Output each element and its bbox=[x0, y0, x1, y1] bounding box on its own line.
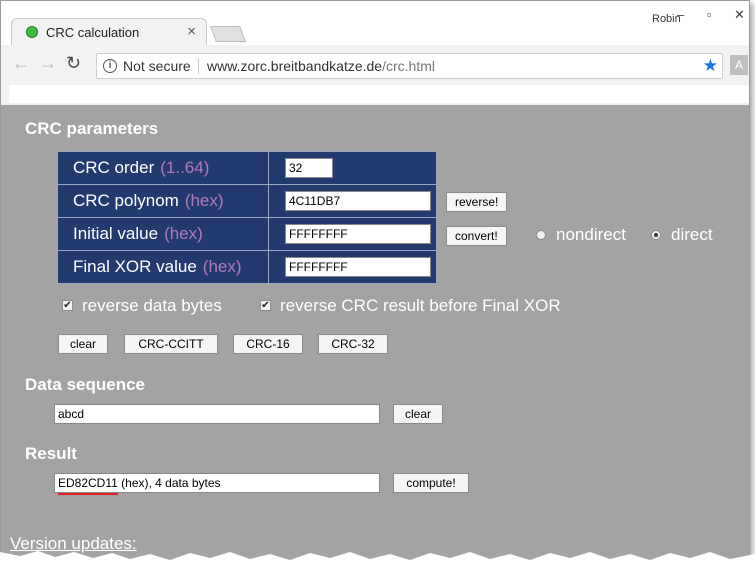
bookmark-bar bbox=[9, 85, 749, 103]
tab-title: CRC calculation bbox=[46, 25, 140, 40]
forward-arrow-icon[interactable]: → bbox=[39, 53, 57, 74]
favicon-icon bbox=[26, 26, 38, 38]
initial-value-row: Initial value (hex) bbox=[57, 217, 437, 251]
url-divider bbox=[198, 58, 199, 74]
torn-edge-decoration bbox=[0, 551, 755, 569]
crc-parameter-table: CRC order (1..64) CRC polynom (hex) Initia… bbox=[57, 151, 437, 284]
initial-value-cell bbox=[268, 217, 437, 251]
minimize-icon[interactable]: – bbox=[677, 7, 684, 22]
initial-value-text: Initial value bbox=[73, 224, 159, 243]
reverse-data-label: reverse data bytes bbox=[82, 296, 222, 315]
result-heading: Result bbox=[25, 444, 77, 463]
crc-32-button[interactable]: CRC-32 bbox=[318, 334, 388, 354]
direct-label: direct bbox=[671, 225, 713, 244]
crc-order-hint: (1..64) bbox=[160, 158, 210, 177]
final-xor-label: Final XOR value (hex) bbox=[57, 250, 269, 284]
nondirect-radio[interactable] bbox=[536, 230, 546, 240]
final-xor-input[interactable] bbox=[285, 257, 431, 277]
clear-params-button[interactable]: clear bbox=[58, 334, 108, 354]
crc-order-row: CRC order (1..64) bbox=[57, 151, 437, 185]
crc-parameters-heading: CRC parameters bbox=[25, 119, 159, 138]
url-path: /crc.html bbox=[382, 58, 435, 74]
initial-value-hint: (hex) bbox=[164, 224, 203, 243]
close-tab-icon[interactable]: × bbox=[187, 23, 196, 40]
close-window-icon[interactable]: ✕ bbox=[734, 7, 745, 23]
crc-order-label: CRC order (1..64) bbox=[57, 151, 269, 185]
final-xor-row: Final XOR value (hex) bbox=[57, 250, 437, 284]
crc-polynom-label: CRC polynom (hex) bbox=[57, 184, 269, 218]
extension-icon[interactable]: A bbox=[730, 55, 748, 75]
crc-order-input[interactable] bbox=[285, 158, 333, 178]
convert-button[interactable]: convert! bbox=[446, 226, 507, 246]
new-tab-button[interactable] bbox=[210, 26, 246, 42]
url-text[interactable]: www.zorc.breitbandkatze.de/crc.html bbox=[207, 58, 435, 74]
reverse-data-checkbox[interactable]: ✔ bbox=[62, 300, 73, 311]
crc-order-text: CRC order bbox=[73, 158, 155, 177]
reverse-crc-checkbox[interactable]: ✔ bbox=[260, 300, 271, 311]
result-crc-value: ED82CD11 bbox=[58, 476, 118, 495]
crc-polynom-input[interactable] bbox=[285, 191, 431, 211]
tab-strip: CRC calculation × Robin – ▫ ✕ bbox=[1, 1, 749, 46]
crc-ccitt-button[interactable]: CRC-CCITT bbox=[124, 334, 218, 354]
initial-value-label: Initial value (hex) bbox=[57, 217, 269, 251]
compute-button[interactable]: compute! bbox=[393, 473, 469, 493]
direct-radio[interactable] bbox=[651, 230, 661, 240]
bookmark-star-icon[interactable]: ★ bbox=[703, 56, 718, 76]
data-sequence-input[interactable] bbox=[54, 404, 380, 424]
url-host: www.zorc.breitbandkatze.de bbox=[207, 58, 383, 74]
address-bar[interactable]: i Not secure www.zorc.breitbandkatze.de/… bbox=[96, 53, 723, 79]
reload-icon[interactable]: ↻ bbox=[66, 53, 81, 74]
result-suffix: (hex), 4 data bytes bbox=[117, 476, 221, 490]
crc-polynom-row: CRC polynom (hex) bbox=[57, 184, 437, 218]
crc-polynom-cell bbox=[268, 184, 437, 218]
browser-toolbar: ← → ↻ i Not secure www.zorc.breitbandkat… bbox=[1, 45, 749, 85]
result-crc-text: ED82CD11 bbox=[58, 476, 118, 490]
info-icon[interactable]: i bbox=[103, 59, 117, 73]
reverse-crc-label: reverse CRC result before Final XOR bbox=[280, 296, 561, 315]
security-label[interactable]: Not secure bbox=[123, 58, 191, 74]
page-content: CRC parameters CRC order (1..64) CRC poly… bbox=[1, 105, 749, 561]
clear-data-button[interactable]: clear bbox=[393, 404, 443, 424]
browser-tab[interactable]: CRC calculation × bbox=[11, 18, 207, 46]
back-arrow-icon[interactable]: ← bbox=[12, 53, 30, 74]
final-xor-cell bbox=[268, 250, 437, 284]
maximize-icon[interactable]: ▫ bbox=[707, 7, 712, 22]
nondirect-label: nondirect bbox=[556, 225, 626, 244]
final-xor-hint: (hex) bbox=[202, 257, 242, 276]
result-field[interactable]: ED82CD11 (hex), 4 data bytes bbox=[54, 473, 380, 495]
reverse-button[interactable]: reverse! bbox=[446, 192, 508, 212]
final-xor-text: Final XOR value bbox=[73, 257, 197, 276]
data-sequence-heading: Data sequence bbox=[25, 375, 145, 394]
initial-value-input[interactable] bbox=[285, 224, 431, 244]
browser-window: CRC calculation × Robin – ▫ ✕ ← → ↻ i No… bbox=[0, 0, 750, 562]
crc-polynom-text: CRC polynom bbox=[73, 191, 179, 210]
crc-order-cell bbox=[268, 151, 437, 185]
red-underline-annotation bbox=[58, 493, 118, 495]
crc-polynom-hint: (hex) bbox=[184, 191, 224, 210]
crc-16-button[interactable]: CRC-16 bbox=[233, 334, 303, 354]
